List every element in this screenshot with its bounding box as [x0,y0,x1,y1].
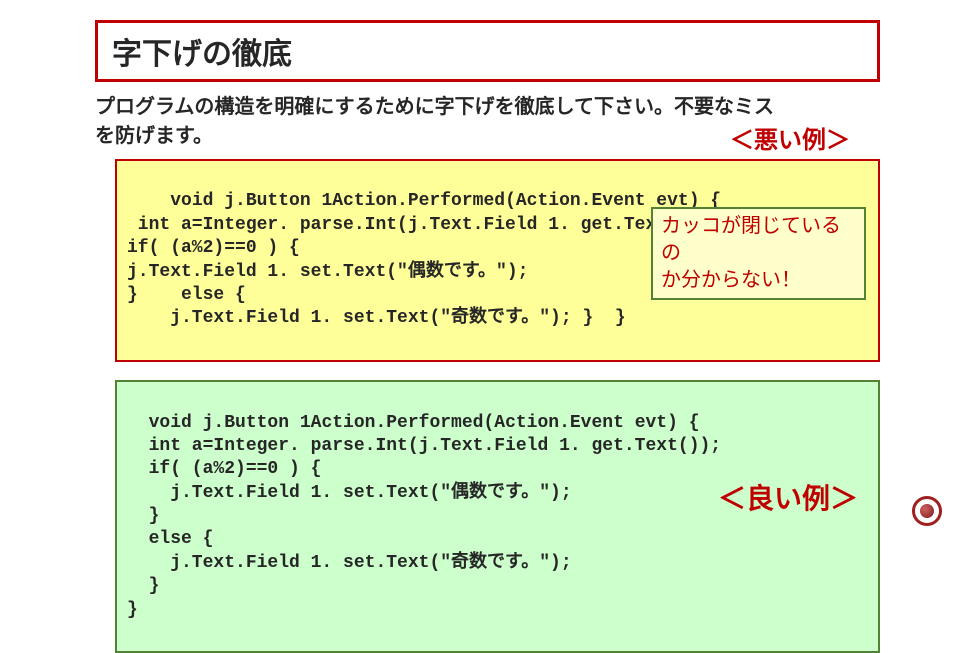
bad-code-text: void j.Button 1Action.Performed(Action.E… [127,191,721,328]
good-code-box: void j.Button 1Action.Performed(Action.E… [115,380,880,653]
callout-line1: カッコが閉じているの [661,213,856,267]
callout-line2: か分からない！ [661,267,856,294]
body-text-line1: プログラムの構造を明確にするために字下げを徹底して下さい。不要なミス [95,94,880,121]
callout-box: カッコが閉じているの か分からない！ [651,207,866,300]
slide-title: 字下げの徹底 [112,29,863,73]
title-box: 字下げの徹底 [95,20,880,82]
bad-code-box: void j.Button 1Action.Performed(Action.E… [115,159,880,362]
bullet-icon [912,496,942,526]
good-example-label: ＜良い例＞ [718,482,858,518]
good-code-text: void j.Button 1Action.Performed(Action.E… [127,413,721,620]
